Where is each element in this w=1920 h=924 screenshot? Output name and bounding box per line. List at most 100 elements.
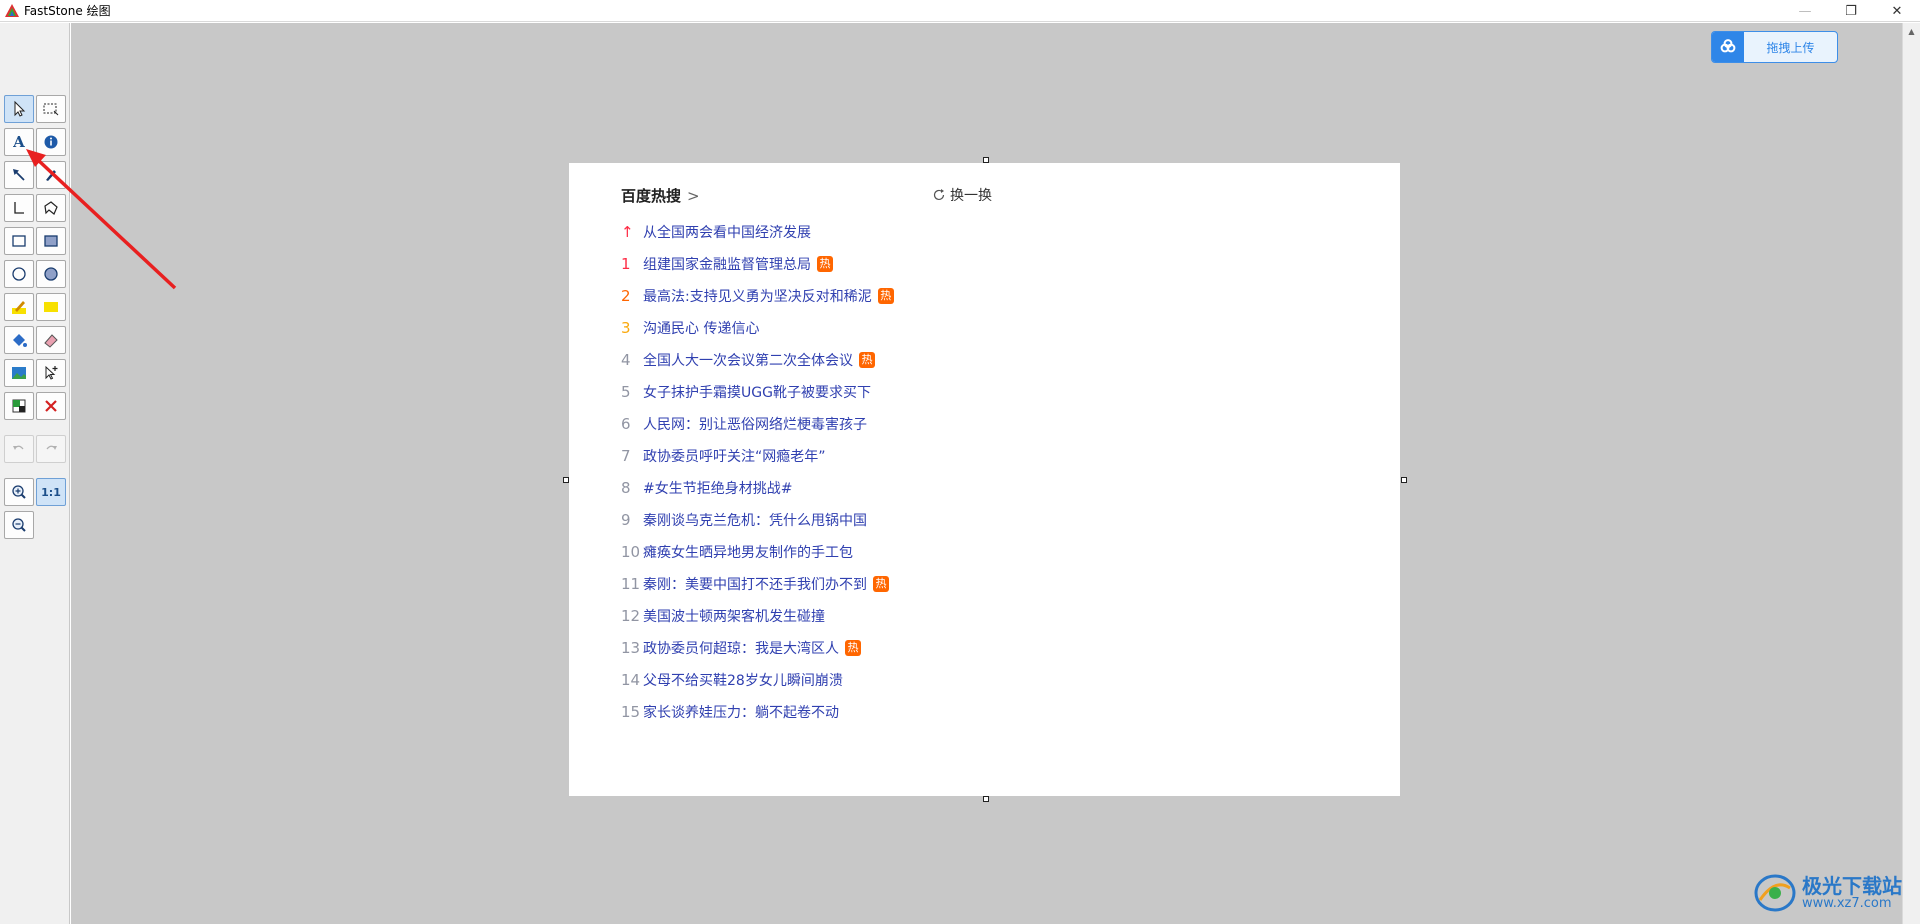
ellipse-tool[interactable]: [4, 260, 34, 288]
hot-search-item-text[interactable]: 最高法:支持见义勇为坚决反对和稀泥: [643, 286, 872, 306]
hot-search-item[interactable]: 11 秦刚：美要中国打不还手我们办不到热: [621, 568, 894, 600]
refresh-button[interactable]: 换一换: [932, 185, 992, 205]
hot-search-item[interactable]: 1 组建国家金融监督管理总局热: [621, 248, 894, 280]
filled-ellipse-icon: [44, 267, 58, 281]
hot-search-item-text[interactable]: 政协委员何超琼：我是大湾区人: [643, 638, 839, 658]
hot-search-item[interactable]: 8 #女生节拒绝身材挑战#: [621, 472, 894, 504]
window-controls: — ❐ ✕: [1782, 0, 1920, 22]
resize-handle-right[interactable]: [1401, 477, 1407, 483]
insert-image-tool[interactable]: [4, 359, 34, 387]
rect-select-icon: [43, 103, 59, 116]
hot-search-item-text[interactable]: 瘫痪女生晒异地男友制作的手工包: [643, 542, 853, 562]
resize-handle-top[interactable]: [983, 157, 989, 163]
hot-search-item[interactable]: 10 瘫痪女生晒异地男友制作的手工包: [621, 536, 894, 568]
hot-search-item-text[interactable]: 组建国家金融监督管理总局: [643, 254, 811, 274]
scroll-up-icon[interactable]: ▲: [1903, 23, 1920, 40]
hot-search-item[interactable]: 4 全国人大一次会议第二次全体会议热: [621, 344, 894, 376]
pasted-image[interactable]: 百度热搜 > 换一换 ↑ 从全国两会看中国经济发展 1 组建国家金融监督管理总局热 2 最…: [569, 163, 1400, 796]
refresh-label: 换一换: [950, 188, 992, 204]
hot-search-item-text[interactable]: 从全国两会看中国经济发展: [643, 222, 811, 242]
hot-search-item[interactable]: 9 秦刚谈乌克兰危机：凭什么甩锅中国: [621, 504, 894, 536]
pointer-icon: [14, 100, 26, 117]
hot-search-item[interactable]: 13 政协委员何超琼：我是大湾区人热: [621, 632, 894, 664]
fill-tool[interactable]: [4, 326, 34, 354]
rank-number: 7: [621, 447, 631, 465]
minimize-button[interactable]: —: [1782, 0, 1828, 22]
vertical-scrollbar[interactable]: ▲: [1902, 23, 1920, 924]
upload-label: 拖拽上传: [1766, 40, 1815, 55]
hot-search-item-text[interactable]: 美国波士顿两架客机发生碰撞: [643, 606, 825, 626]
hot-search-item[interactable]: 3 沟通民心 传递信心: [621, 312, 894, 344]
paint-bucket-icon: [13, 334, 27, 347]
select-tool[interactable]: [4, 95, 34, 123]
hot-search-item-text[interactable]: 沟通民心 传递信心: [643, 318, 759, 338]
pinned-arrow-icon: ↑: [621, 223, 634, 241]
hot-search-item[interactable]: 12 美国波士顿两架客机发生碰撞: [621, 600, 894, 632]
pen-icon: [46, 170, 56, 181]
yellow-rect-icon: [44, 302, 58, 312]
pen-tool[interactable]: [36, 161, 66, 189]
hot-search-item-text[interactable]: #女生节拒绝身材挑战#: [643, 478, 792, 498]
hot-search-item[interactable]: 6 人民网：别让恶俗网络烂梗毒害孩子: [621, 408, 894, 440]
redo-icon: [46, 445, 57, 450]
highlight-rect-tool[interactable]: [36, 293, 66, 321]
hot-search-item-text[interactable]: 政协委员呼吁关注“网瘾老年”: [643, 446, 826, 466]
rank-number: 15: [621, 703, 641, 721]
hot-search-item-text[interactable]: 父母不给买鞋28岁女儿瞬间崩溃: [643, 670, 843, 690]
line-tool[interactable]: [4, 194, 34, 222]
zoom-in-icon: [12, 485, 26, 499]
eraser-icon: [44, 334, 58, 348]
hot-search-item[interactable]: 7 政协委员呼吁关注“网瘾老年”: [621, 440, 894, 472]
rectangle-tool[interactable]: [4, 227, 34, 255]
hot-badge: 热: [873, 576, 889, 592]
text-icon: A: [13, 133, 25, 151]
highlighter-tool[interactable]: [4, 293, 34, 321]
hot-search-item-text[interactable]: 女子抹护手霜摸UGG靴子被要求买下: [643, 382, 871, 402]
actual-size-icon: 1:1: [41, 485, 61, 499]
hot-badge: 热: [877, 288, 894, 304]
close-button[interactable]: ✕: [1874, 0, 1920, 22]
hot-badge: 热: [845, 640, 861, 656]
drag-upload-button[interactable]: 拖拽上传: [1711, 31, 1838, 63]
zoom-out-button[interactable]: [4, 511, 34, 539]
rank-number: 14: [621, 671, 641, 689]
hot-search-item[interactable]: 14 父母不给买鞋28岁女儿瞬间崩溃: [621, 664, 894, 696]
polygon-tool[interactable]: [36, 194, 66, 222]
color-swatch-icon: [12, 399, 26, 413]
zoom-out-icon: [12, 518, 26, 532]
text-tool[interactable]: A: [4, 128, 34, 156]
rank-number: 5: [621, 383, 631, 401]
redo-button[interactable]: [36, 435, 66, 463]
hot-search-item-text[interactable]: 全国人大一次会议第二次全体会议: [643, 350, 853, 370]
hot-search-item-text[interactable]: 人民网：别让恶俗网络烂梗毒害孩子: [643, 414, 867, 434]
filled-ellipse-tool[interactable]: [36, 260, 66, 288]
hot-search-item[interactable]: 5 女子抹护手霜摸UGG靴子被要求买下: [621, 376, 894, 408]
hot-search-item[interactable]: 15 家长谈养娃压力：躺不起卷不动: [621, 696, 894, 728]
hot-search-item[interactable]: 2 最高法:支持见义勇为坚决反对和稀泥热: [621, 280, 894, 312]
hot-search-item-text[interactable]: 秦刚：美要中国打不还手我们办不到: [643, 574, 867, 594]
zoom-in-button[interactable]: [4, 478, 34, 506]
hot-search-item[interactable]: ↑ 从全国两会看中国经济发展: [621, 216, 894, 248]
rank-number: 13: [621, 639, 641, 657]
color-tool[interactable]: [4, 392, 34, 420]
image-icon: [12, 367, 26, 379]
filled-rectangle-tool[interactable]: [36, 227, 66, 255]
resize-handle-bottom[interactable]: [983, 796, 989, 802]
eraser-tool[interactable]: [36, 326, 66, 354]
rank-number: 1: [621, 255, 631, 273]
actual-size-button[interactable]: 1:1: [36, 478, 66, 506]
undo-icon: [13, 445, 24, 450]
faststone-logo-icon: [5, 3, 19, 17]
title-bar: FastStone 绘图 — ❐ ✕: [0, 0, 1920, 22]
restore-button[interactable]: ❐: [1828, 0, 1874, 22]
arrow-tool[interactable]: [4, 161, 34, 189]
step-number-tool[interactable]: [36, 128, 66, 156]
resize-handle-left[interactable]: [563, 477, 569, 483]
rect-select-tool[interactable]: [36, 95, 66, 123]
hot-search-item-text[interactable]: 家长谈养娃压力：躺不起卷不动: [643, 702, 839, 722]
delete-tool[interactable]: [36, 392, 66, 420]
hot-search-item-text[interactable]: 秦刚谈乌克兰危机：凭什么甩锅中国: [643, 510, 867, 530]
insert-cursor-tool[interactable]: [36, 359, 66, 387]
undo-button[interactable]: [4, 435, 34, 463]
hot-search-title[interactable]: 百度热搜 >: [621, 185, 700, 206]
